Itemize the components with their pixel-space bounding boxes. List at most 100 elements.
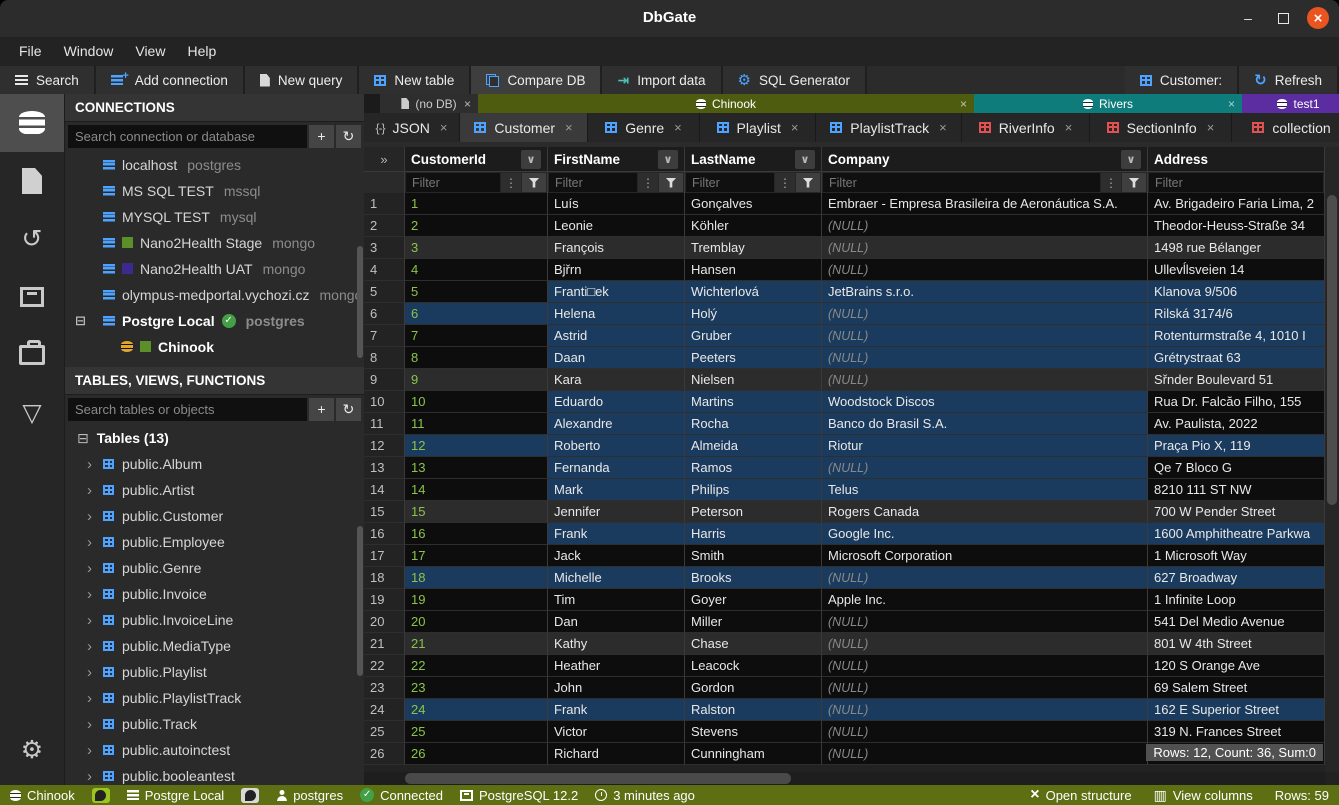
cell-address[interactable]: 1 Microsoft Way bbox=[1148, 545, 1325, 567]
row-number[interactable]: 11 bbox=[364, 413, 405, 435]
connection-mysql-test[interactable]: MYSQL TESTmysql bbox=[65, 204, 364, 230]
table-public-employee[interactable]: ›public.Employee bbox=[65, 529, 364, 555]
table-public-playlisttrack[interactable]: ›public.PlaylistTrack bbox=[65, 685, 364, 711]
cell-company[interactable]: (NULL) bbox=[822, 303, 1148, 325]
cell-address[interactable]: 319 N. Frances Street bbox=[1148, 721, 1325, 743]
connections-search-input[interactable] bbox=[68, 125, 307, 148]
cell-address[interactable]: Ullevĺlsveien 14 bbox=[1148, 259, 1325, 281]
rail-archive[interactable] bbox=[0, 268, 64, 326]
maximize-button[interactable] bbox=[1272, 7, 1294, 29]
cell-address[interactable]: Av. Brigadeiro Faria Lima, 2 bbox=[1148, 193, 1325, 215]
row-number[interactable]: 19 bbox=[364, 589, 405, 611]
table-public-autoinctest[interactable]: ›public.autoinctest bbox=[65, 737, 364, 763]
cell-lastname[interactable]: Hansen bbox=[685, 259, 822, 281]
cell-address[interactable]: Klanova 9/506 bbox=[1148, 281, 1325, 303]
cell-firstname[interactable]: Helena bbox=[548, 303, 685, 325]
connection-postgre-local[interactable]: ⊟Postgre Local✓postgres bbox=[65, 308, 364, 334]
cell-address[interactable]: Sřnder Boulevard 51 bbox=[1148, 369, 1325, 391]
cell-company[interactable]: (NULL) bbox=[822, 633, 1148, 655]
menu-file[interactable]: File bbox=[8, 37, 53, 66]
menu-help[interactable]: Help bbox=[176, 37, 227, 66]
column-header-company[interactable]: Company∨ bbox=[822, 147, 1148, 172]
cell-lastname[interactable]: Ramos bbox=[685, 457, 822, 479]
cell-address[interactable]: Av. Paulista, 2022 bbox=[1148, 413, 1325, 435]
cell-company[interactable]: (NULL) bbox=[822, 237, 1148, 259]
vertical-scrollbar[interactable] bbox=[1325, 147, 1339, 772]
cell-lastname[interactable]: Holý bbox=[685, 303, 822, 325]
cell-company[interactable]: Microsoft Corporation bbox=[822, 545, 1148, 567]
close-icon[interactable]: × bbox=[1228, 97, 1235, 111]
rail-connections[interactable] bbox=[0, 94, 64, 152]
column-header-firstname[interactable]: FirstName∨ bbox=[548, 147, 685, 172]
cell-company[interactable]: Telus bbox=[822, 479, 1148, 501]
cell-firstname[interactable]: François bbox=[548, 237, 685, 259]
row-number[interactable]: 14 bbox=[364, 479, 405, 501]
cell-customerid[interactable]: 18 bbox=[405, 567, 548, 589]
tab-collection[interactable]: collection bbox=[1232, 113, 1339, 142]
menu-window[interactable]: Window bbox=[53, 37, 125, 66]
cell-customerid[interactable]: 26 bbox=[405, 743, 548, 765]
cell-company[interactable]: (NULL) bbox=[822, 611, 1148, 633]
cell-lastname[interactable]: Gruber bbox=[685, 325, 822, 347]
row-number[interactable]: 12 bbox=[364, 435, 405, 457]
cell-firstname[interactable]: John bbox=[548, 677, 685, 699]
cell-company[interactable]: (NULL) bbox=[822, 677, 1148, 699]
filter-funnel-button[interactable] bbox=[659, 173, 683, 192]
filter-funnel-button[interactable] bbox=[796, 173, 820, 192]
cell-customerid[interactable]: 11 bbox=[405, 413, 548, 435]
cell-address[interactable]: 162 E Superior Street bbox=[1148, 699, 1325, 721]
cell-customerid[interactable]: 1 bbox=[405, 193, 548, 215]
horizontal-scrollbar[interactable] bbox=[364, 772, 1325, 785]
cell-firstname[interactable]: Kara bbox=[548, 369, 685, 391]
cell-lastname[interactable]: Martins bbox=[685, 391, 822, 413]
cell-firstname[interactable]: Victor bbox=[548, 721, 685, 743]
column-header-lastname[interactable]: LastName∨ bbox=[685, 147, 822, 172]
cell-company[interactable]: (NULL) bbox=[822, 325, 1148, 347]
filter-funnel-button[interactable] bbox=[522, 173, 546, 192]
cell-company[interactable]: Riotur bbox=[822, 435, 1148, 457]
cell-company[interactable]: (NULL) bbox=[822, 721, 1148, 743]
add-connection-plus-button[interactable]: + bbox=[309, 125, 334, 148]
cell-company[interactable]: (NULL) bbox=[822, 369, 1148, 391]
cell-company[interactable]: (NULL) bbox=[822, 655, 1148, 677]
connection-chinook[interactable]: Chinook bbox=[65, 334, 364, 357]
cell-firstname[interactable]: Leonie bbox=[548, 215, 685, 237]
cell-address[interactable]: 69 Salem Street bbox=[1148, 677, 1325, 699]
cell-address[interactable]: Rilská 3174/6 bbox=[1148, 303, 1325, 325]
close-icon[interactable]: × bbox=[960, 97, 967, 111]
cell-customerid[interactable]: 14 bbox=[405, 479, 548, 501]
cell-firstname[interactable]: Alexandre bbox=[548, 413, 685, 435]
toolbar-search[interactable]: Search bbox=[0, 66, 96, 94]
row-number[interactable]: 13 bbox=[364, 457, 405, 479]
cell-address[interactable]: 120 S Orange Ave bbox=[1148, 655, 1325, 677]
cell-lastname[interactable]: Philips bbox=[685, 479, 822, 501]
connection-nano2health-uat[interactable]: Nano2Health UATmongo bbox=[65, 256, 364, 282]
connection-ms-sql-test[interactable]: MS SQL TESTmssql bbox=[65, 178, 364, 204]
row-number[interactable]: 7 bbox=[364, 325, 405, 347]
cell-lastname[interactable]: Peeters bbox=[685, 347, 822, 369]
table-public-invoice[interactable]: ›public.Invoice bbox=[65, 581, 364, 607]
cell-firstname[interactable]: Eduardo bbox=[548, 391, 685, 413]
cell-company[interactable]: Rogers Canada bbox=[822, 501, 1148, 523]
cell-lastname[interactable]: Goyer bbox=[685, 589, 822, 611]
cell-customerid[interactable]: 3 bbox=[405, 237, 548, 259]
expand-all-button[interactable]: » bbox=[364, 147, 405, 172]
filter-input-customerid[interactable] bbox=[406, 173, 500, 192]
row-number[interactable]: 17 bbox=[364, 545, 405, 567]
cell-firstname[interactable]: Daan bbox=[548, 347, 685, 369]
cell-address[interactable]: 801 W 4th Street bbox=[1148, 633, 1325, 655]
cell-lastname[interactable]: Cunningham bbox=[685, 743, 822, 765]
cell-lastname[interactable]: Tremblay bbox=[685, 237, 822, 259]
cell-company[interactable]: (NULL) bbox=[822, 699, 1148, 721]
table-public-booleantest[interactable]: ›public.booleantest bbox=[65, 763, 364, 785]
toolbar-new-query[interactable]: New query bbox=[245, 66, 360, 94]
filter-menu-icon[interactable]: ⋮ bbox=[501, 173, 521, 192]
status-palette[interactable] bbox=[241, 788, 259, 803]
cell-lastname[interactable]: Rocha bbox=[685, 413, 822, 435]
cell-customerid[interactable]: 23 bbox=[405, 677, 548, 699]
cell-address[interactable]: 1600 Amphitheatre Parkwa bbox=[1148, 523, 1325, 545]
filter-menu-icon[interactable]: ⋮ bbox=[775, 173, 795, 192]
table-public-artist[interactable]: ›public.Artist bbox=[65, 477, 364, 503]
cell-firstname[interactable]: Frank bbox=[548, 699, 685, 721]
table-public-playlist[interactable]: ›public.Playlist bbox=[65, 659, 364, 685]
